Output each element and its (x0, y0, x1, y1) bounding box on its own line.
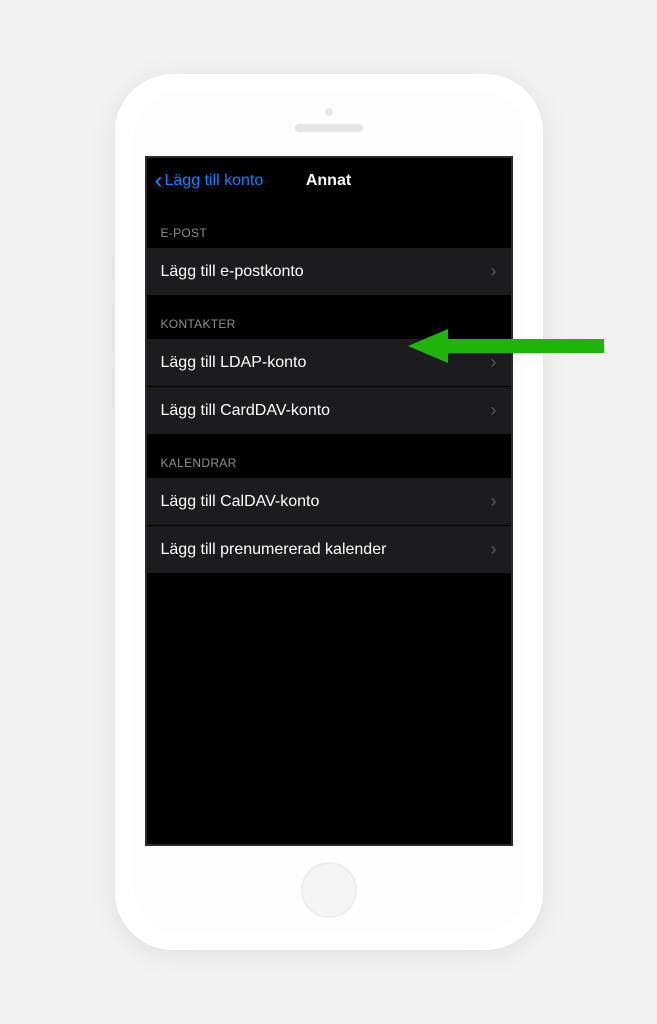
phone-frame: ‹ Lägg till konto Annat E-POST Lägg till… (115, 74, 543, 950)
volume-down (112, 364, 115, 412)
side-buttons-left (112, 254, 115, 424)
add-caldav-account-row[interactable]: Lägg till CalDAV-konto › (147, 478, 511, 526)
mute-switch (112, 254, 115, 284)
section-header-email: E-POST (147, 204, 511, 248)
section-contacts: Lägg till LDAP-konto › Lägg till CardDAV… (147, 339, 511, 434)
section-calendars: Lägg till CalDAV-konto › Lägg till prenu… (147, 478, 511, 573)
navigation-bar: ‹ Lägg till konto Annat (147, 158, 511, 204)
chevron-right-icon: › (491, 539, 497, 560)
chevron-right-icon: › (491, 352, 497, 373)
chevron-right-icon: › (491, 400, 497, 421)
back-label: Lägg till konto (165, 172, 264, 190)
home-button[interactable] (301, 862, 357, 918)
power-button (543, 284, 546, 342)
section-email: Lägg till e-postkonto › (147, 248, 511, 295)
add-subscribed-label: Lägg till prenumererad kalender (161, 541, 387, 559)
camera-dot (325, 108, 333, 116)
chevron-left-icon: ‹ (155, 169, 163, 193)
phone-body: ‹ Lägg till konto Annat E-POST Lägg till… (133, 92, 525, 932)
add-email-account-row[interactable]: Lägg till e-postkonto › (147, 248, 511, 295)
section-header-contacts: KONTAKTER (147, 295, 511, 339)
screen: ‹ Lägg till konto Annat E-POST Lägg till… (145, 156, 513, 846)
add-ldap-label: Lägg till LDAP-konto (161, 354, 307, 372)
add-ldap-account-row[interactable]: Lägg till LDAP-konto › (147, 339, 511, 387)
page-title: Annat (306, 172, 351, 190)
section-header-calendars: KALENDRAR (147, 434, 511, 478)
back-button[interactable]: ‹ Lägg till konto (155, 169, 264, 193)
add-carddav-account-row[interactable]: Lägg till CardDAV-konto › (147, 387, 511, 434)
volume-up (112, 304, 115, 352)
chevron-right-icon: › (491, 261, 497, 282)
add-caldav-label: Lägg till CalDAV-konto (161, 493, 320, 511)
add-email-account-label: Lägg till e-postkonto (161, 263, 304, 281)
speaker-grille (295, 124, 363, 132)
add-carddav-label: Lägg till CardDAV-konto (161, 402, 331, 420)
add-subscribed-calendar-row[interactable]: Lägg till prenumererad kalender › (147, 526, 511, 573)
chevron-right-icon: › (491, 491, 497, 512)
